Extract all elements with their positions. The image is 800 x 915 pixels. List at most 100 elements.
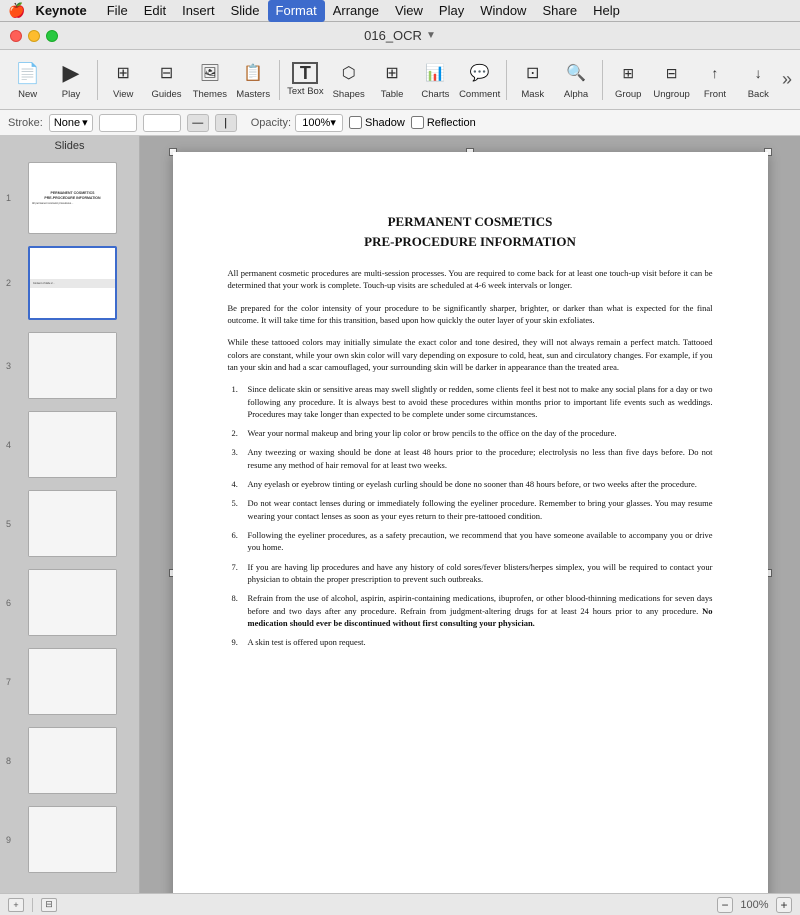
menu-help[interactable]: Help [585,0,628,22]
doc-title-line1: PERMANENT COSMETICS [228,212,713,232]
ungroup-label: Ungroup [653,89,689,100]
textbox-icon: T [292,62,318,84]
canvas-area[interactable]: PERMANENT COSMETICS PRE-PROCEDURE INFORM… [140,136,800,893]
view-button[interactable]: ⊞ View [104,54,143,106]
guides-button[interactable]: ⊟ Guides [147,54,186,106]
slide-canvas[interactable]: PERMANENT COSMETICS PRE-PROCEDURE INFORM… [173,152,768,893]
textbox-button[interactable]: T Text Box [286,54,325,106]
list-num-2: 2. [232,427,238,439]
list-item-4: 4. Any eyelash or eyebrow tinting or eye… [228,478,713,490]
list-text-1: Since delicate skin or sensitive areas m… [248,383,713,420]
list-num-9: 9. [232,636,238,648]
app-name[interactable]: Keynote [35,3,86,18]
group-button[interactable]: ⊞ Group [609,54,648,106]
list-text-3: Any tweezing or waxing should be done at… [248,446,713,471]
slide-num-6: 6 [6,598,11,608]
comment-button[interactable]: 💬 Comment [459,54,500,106]
zoom-controls: − 100% + [717,897,792,913]
menu-edit[interactable]: Edit [136,0,174,22]
menu-view[interactable]: View [387,0,431,22]
statusbar-separator [32,898,33,912]
stroke-width-box[interactable] [143,114,181,132]
slide-thumb-5[interactable] [28,490,117,557]
slide-thumb-4[interactable] [28,411,117,478]
slide-thumb-9[interactable] [28,806,117,873]
slide-thumb-3[interactable] [28,332,117,399]
list-num-3: 3. [232,446,238,458]
shapes-icon: ⬡ [335,59,363,87]
play-icon: ▶ [57,59,85,87]
list-num-5: 5. [232,497,238,509]
front-button[interactable]: ↑ Front [695,54,734,106]
masters-button[interactable]: 📋 Masters [234,54,273,106]
menu-window[interactable]: Window [472,0,534,22]
slide-thumb-1[interactable]: PERMANENT COSMETICSPRE-PROCEDURE INFORMA… [28,162,117,234]
menu-file[interactable]: File [99,0,136,22]
shapes-button[interactable]: ⬡ Shapes [329,54,368,106]
themes-button[interactable]: 🖼 Themes [190,54,229,106]
list-num-8: 8. [232,592,238,604]
menu-share[interactable]: Share [534,0,585,22]
apple-menu[interactable]: 🍎 [8,2,25,19]
add-slide-button[interactable]: + [8,898,24,912]
slide-preview-4 [29,412,116,477]
fullscreen-button[interactable] [46,30,58,42]
list-num-4: 4. [232,478,238,490]
menu-play[interactable]: Play [431,0,472,22]
list-num-7: 7. [232,561,238,573]
toolbar-separator-1 [97,60,98,100]
zoom-in-button[interactable]: + [776,897,792,913]
table-icon: ⊞ [378,59,406,87]
slide-wrapper: PERMANENT COSMETICS PRE-PROCEDURE INFORM… [173,152,768,893]
slide-thumb-2[interactable]: Content of slide 2... [28,246,117,320]
play-button[interactable]: ▶ Play [51,54,90,106]
zoom-out-button[interactable]: − [717,897,733,913]
new-button[interactable]: 📄 New [8,54,47,106]
toolbar-separator-4 [602,60,603,100]
ungroup-button[interactable]: ⊟ Ungroup [652,54,691,106]
doc-para-2: Be prepared for the color intensity of y… [228,302,713,327]
slide-thumb-8[interactable] [28,727,117,794]
slide-num-9: 9 [6,835,11,845]
table-button[interactable]: ⊞ Table [372,54,411,106]
close-button[interactable] [10,30,22,42]
stroke-value: None [54,117,80,129]
toolbar-overflow[interactable]: » [782,69,792,90]
minimize-button[interactable] [28,30,40,42]
list-num-1: 1. [232,383,238,395]
slide-num-3: 3 [6,361,11,371]
slide-thumb-6[interactable] [28,569,117,636]
masters-icon: 📋 [239,59,267,87]
menu-format[interactable]: Format [268,0,325,22]
traffic-lights [10,30,58,42]
shadow-label: Shadow [365,117,405,129]
alpha-button[interactable]: 🔍 Alpha [556,54,595,106]
stroke-select[interactable]: None ▾ [49,114,93,132]
mask-icon: ⊡ [519,59,547,87]
list-text-2: Wear your normal makeup and bring your l… [248,427,713,439]
charts-button[interactable]: 📊 Charts [416,54,455,106]
shadow-checkbox[interactable] [349,116,362,129]
slide-thumb-7[interactable] [28,648,117,715]
slide-preview-8 [29,728,116,793]
back-button[interactable]: ↓ Back [739,54,778,106]
front-label: Front [704,89,726,100]
toolbar-separator-3 [506,60,507,100]
slide-panel-toggle[interactable]: ⊟ [41,898,57,912]
doc-para-3: While these tattooed colors may initiall… [228,336,713,373]
menu-slide[interactable]: Slide [223,0,268,22]
opacity-chevron-icon: ▾ [330,116,336,129]
stroke-color-box[interactable] [99,114,137,132]
mask-button[interactable]: ⊡ Mask [513,54,552,106]
reflection-checkbox[interactable] [411,116,424,129]
title-chevron-icon[interactable]: ▼ [426,30,436,41]
stroke-ends-btn[interactable]: | [215,114,237,132]
opacity-input[interactable]: 100% ▾ [295,114,343,132]
menu-insert[interactable]: Insert [174,0,223,22]
opacity-value: 100% [302,117,330,129]
table-label: Table [381,89,404,100]
stroke-style-btn[interactable]: — [187,114,209,132]
menu-arrange[interactable]: Arrange [325,0,387,22]
list-item-8: 8. Refrain from the use of alcohol, aspi… [228,592,713,629]
doc-title: PERMANENT COSMETICS PRE-PROCEDURE INFORM… [228,212,713,251]
